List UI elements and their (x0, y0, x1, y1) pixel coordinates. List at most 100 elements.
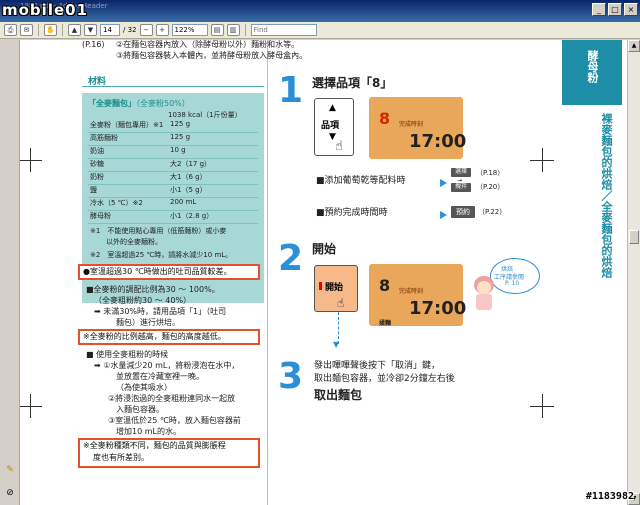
note-1-cont: 以外的全麥麵粉。 (106, 238, 162, 246)
ingredient-amount: 小1（2.8 g） (170, 212, 214, 220)
separator (244, 24, 246, 36)
tip-coarse-head: ■ 使用全麥粗粉的時候 (86, 350, 169, 359)
speech-bubble: 烘焙 工序請參閱 P. 10 (490, 258, 540, 294)
lcd-label: 完成時刻 (399, 121, 424, 128)
ingredient-name: 高筋麵粉 (90, 134, 118, 142)
scroll-up-icon[interactable]: ▲ (628, 40, 640, 52)
step-3-heading: 取出麵包 (314, 388, 363, 402)
tip-ratio-l1: （全麥粗粉約30 〜 40%） (94, 296, 192, 305)
close-icon[interactable]: × (624, 3, 638, 16)
chapter-tab: 酵母粉 (562, 40, 622, 105)
ingredient-name: 奶粉 (90, 173, 104, 181)
ingredient-amount: 125 g (170, 120, 191, 128)
fit-page-icon[interactable]: ▤ (210, 24, 224, 36)
separator (38, 24, 39, 36)
zoom-select[interactable] (171, 24, 208, 36)
recipe-title: 「全麥麵包」（全麥粉50%） (88, 99, 190, 108)
ref-p18: （P.18） (476, 169, 505, 177)
ingredient-amount: 大2（17 g） (170, 160, 212, 168)
crop-mark (30, 148, 31, 172)
chapter-title: 裸麥麵包的烘焙／全麥麵包的烘焙 (600, 113, 613, 278)
crop-mark (20, 406, 42, 407)
lcd-time: 17:00 (409, 131, 467, 152)
up-arrow-icon: ▲ (329, 103, 336, 113)
step-1-number: 1 (278, 70, 304, 111)
email-icon[interactable]: ✉ (20, 24, 33, 36)
tip-coarse-l5: 入麵包容器。 (116, 405, 164, 414)
down-arrow-icon: ▼ (333, 340, 340, 349)
step-1-option-timer: ■預約完成時間時 (316, 208, 388, 218)
comments-icon[interactable]: ✎ (4, 465, 16, 477)
tip-coarse-l7: 增加10 mL的水。 (116, 427, 181, 436)
arrow-icon (440, 179, 447, 187)
ingredient-amount: 125 g (170, 133, 191, 141)
ingredient-amount: 200 mL (170, 198, 197, 206)
ingredient-amount: 大1（6 g） (170, 173, 207, 181)
lcd-menu-number: 8 (379, 109, 391, 128)
minimize-icon[interactable]: _ (592, 3, 606, 16)
start-key: 開始 ☝ (314, 265, 358, 312)
step-1-option-raisin: ■添加葡萄乾等配料時 (316, 176, 406, 186)
tip-variety-l2: 度也有所差別。 (93, 453, 149, 462)
center-divider (267, 40, 268, 505)
lcd-stage: 揉麵 (379, 320, 392, 327)
tip-box-variety: ※全麥粉種類不同，麵包的品質與膨脹程 度也有所差別。 (78, 438, 260, 468)
step-3-line-1: 發出嗶嗶聲後按下「取消」鍵， (314, 361, 441, 371)
tip-coarse-l1: ➡ ①水量減少20 mL，將粉浸泡在水中， (94, 361, 240, 370)
zoom-out-icon[interactable]: − (139, 24, 153, 36)
arrow-icon (440, 211, 447, 219)
separator (62, 24, 63, 36)
menu-key: ▲ 品項 ▼ ☝ (314, 98, 354, 156)
ingredient-amount: 小1（5 g） (170, 186, 207, 194)
tip-ratio-l2: ➡ 未滿30%時，請用品項「1」（吐司 (94, 307, 227, 316)
title-bar: 1850.pdf - Adobe Reader mobile01 _ □ × (0, 0, 640, 22)
find-input[interactable] (250, 24, 317, 36)
lcd-display-2: 8 完成時刻 17:00 揉麵 (369, 264, 467, 327)
ref-p20: （P.20） (476, 183, 505, 191)
lcd-menu-number-2: 8 (379, 276, 391, 295)
watermark-id: #1183982 (585, 491, 634, 502)
ingredient-name: 冷水（5 ℃）※2 (90, 199, 143, 207)
maximize-icon[interactable]: □ (608, 3, 622, 16)
lcd-display-1: 8 完成時刻 17:00 (369, 97, 467, 159)
ingredient-name: 砂糖 (90, 160, 104, 168)
tip-ratio-l3: 麵包）進行烘培。 (116, 318, 180, 327)
timer-key: 預約 (451, 206, 475, 218)
crop-mark (20, 160, 42, 161)
scroll-thumb[interactable] (629, 230, 639, 244)
page-up-icon[interactable]: ▲ (68, 24, 81, 36)
step-2-number: 2 (278, 238, 304, 279)
crop-mark (542, 148, 543, 172)
ingredient-name: 酵母粉 (90, 212, 111, 220)
pointing-hand-icon: ☝ (337, 296, 345, 310)
crop-mark (30, 394, 31, 418)
page-number-input[interactable] (100, 24, 120, 36)
step-1-heading: 選擇品項「8」 (312, 76, 393, 90)
page-down-icon[interactable]: ▼ (84, 24, 97, 36)
chapter-sidebar: 酵母粉 裸麥麵包的烘焙／全麥麵包的烘焙 (562, 40, 627, 505)
note-2: ※2 室溫超過25 ℃時，請將水減少10 mL。 (90, 251, 233, 259)
zoom-in-icon[interactable]: + (155, 24, 169, 36)
lcd-time-2: 17:00 (409, 298, 467, 319)
print-icon[interactable]: ⎙ (4, 24, 17, 36)
lcd-label-2: 完成時刻 (399, 288, 424, 295)
vertical-scrollbar[interactable]: ▲ ▼ (627, 40, 640, 505)
tip-box-temp: ●室溫超過30 ℃時做出的吐司品質較差。 (78, 264, 260, 280)
fit-width-icon[interactable]: ▥ (226, 24, 240, 36)
select-key: 選擇 (451, 168, 471, 177)
watermark-logo: mobile01 (2, 1, 89, 19)
chapter-tab-label: 酵母粉 (586, 50, 599, 83)
ingredient-name: 全麥粉（麵包專用）※1 (90, 121, 164, 129)
hand-tool-icon[interactable]: ✋ (44, 24, 57, 36)
attachment-icon[interactable]: ⊘ (4, 488, 16, 500)
window-controls: _ □ × (592, 3, 638, 16)
ingredient-name: 鹽 (90, 186, 97, 194)
step-3-line-2: 取出麵包容器，並冷卻2分鐘左右後 (314, 374, 455, 384)
mix-key: 攪拌 (451, 183, 471, 192)
document-page: (P.16) ②在麵包容器內放入（除酵母粉以外）麵粉和水等。 ③將麵包容器裝入本… (20, 40, 627, 505)
menu-key-label: 品項 (321, 121, 340, 131)
ingredient-rule (88, 223, 258, 224)
top-line-3: ③將麵包容器裝入本體內，並將酵母粉放入酵母盒內。 (116, 51, 308, 60)
tip-coarse-l3: （為使其吸水） (116, 383, 172, 392)
crop-mark (542, 394, 543, 418)
